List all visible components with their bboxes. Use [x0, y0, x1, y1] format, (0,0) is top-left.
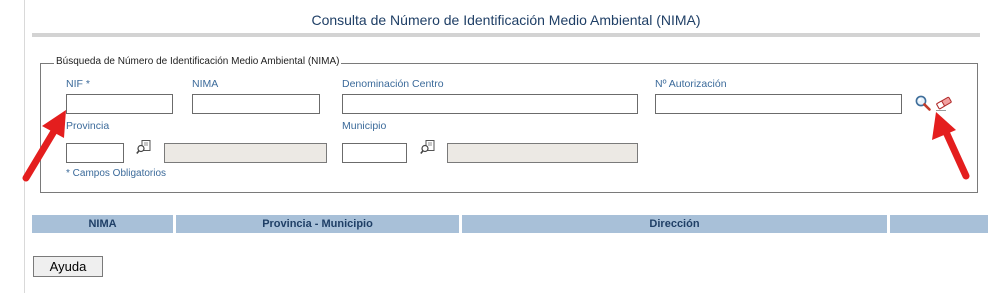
autorizacion-label: Nº Autorización [655, 78, 727, 90]
column-header-extra [890, 215, 988, 233]
search-fieldset [40, 63, 978, 193]
page-title: Consulta de Número de Identificación Med… [311, 12, 701, 28]
municipio-lookup-icon[interactable] [420, 139, 436, 155]
autorizacion-input[interactable] [655, 94, 902, 114]
column-header-provincia-municipio: Provincia - Municipio [176, 215, 459, 233]
municipio-code-input[interactable] [342, 143, 407, 163]
nima-label: NIMA [192, 78, 219, 90]
required-fields-note: * Campos Obligatorios [66, 168, 167, 179]
municipio-name-output [447, 143, 638, 163]
column-header-direccion: Dirección [462, 215, 887, 233]
title-divider [32, 33, 980, 37]
nif-label: NIF * [66, 78, 90, 90]
fieldset-legend: Búsqueda de Número de Identificación Med… [54, 56, 342, 67]
help-button[interactable]: Ayuda [33, 256, 103, 277]
provincia-lookup-icon[interactable] [136, 139, 152, 155]
provincia-code-input[interactable] [66, 143, 124, 163]
nif-input[interactable] [66, 94, 173, 114]
red-arrow-annotation [932, 112, 970, 180]
municipio-label: Municipio [342, 120, 387, 132]
column-header-nima: NIMA [32, 215, 173, 233]
denominacion-label: Denominación Centro [342, 78, 444, 90]
red-arrow-annotation [22, 110, 66, 182]
provincia-name-output [164, 143, 327, 163]
provincia-label: Provincia [66, 120, 110, 132]
denominacion-input[interactable] [342, 94, 638, 114]
nima-input[interactable] [192, 94, 320, 114]
